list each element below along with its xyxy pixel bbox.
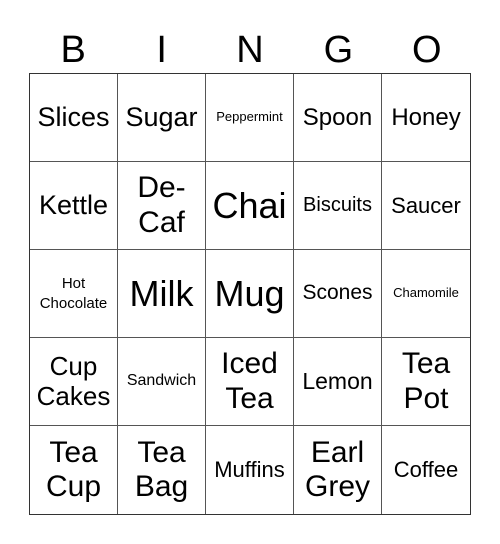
- bingo-cell[interactable]: Spoon: [294, 74, 382, 162]
- bingo-cell[interactable]: Sugar: [118, 74, 206, 162]
- bingo-cell[interactable]: Milk: [118, 250, 206, 338]
- bingo-cell[interactable]: Iced Tea: [206, 338, 294, 426]
- bingo-cell[interactable]: Peppermint: [206, 74, 294, 162]
- bingo-cell[interactable]: Tea Cup: [30, 426, 118, 514]
- header-letter-i: I: [156, 29, 167, 71]
- bingo-cell[interactable]: Biscuits: [294, 162, 382, 250]
- bingo-cell[interactable]: Kettle: [30, 162, 118, 250]
- bingo-cell[interactable]: Sandwich: [118, 338, 206, 426]
- header-letter-b: B: [60, 29, 86, 71]
- bingo-cell[interactable]: Tea Pot: [382, 338, 470, 426]
- header-letter-o: O: [412, 29, 442, 71]
- bingo-cell[interactable]: Muffins: [206, 426, 294, 514]
- bingo-cell[interactable]: Honey: [382, 74, 470, 162]
- bingo-cell[interactable]: Slices: [30, 74, 118, 162]
- bingo-cell[interactable]: Chamomile: [382, 250, 470, 338]
- bingo-cell[interactable]: Scones: [294, 250, 382, 338]
- bingo-cell[interactable]: Hot Chocolate: [30, 250, 118, 338]
- bingo-cell[interactable]: Coffee: [382, 426, 470, 514]
- bingo-cell[interactable]: Earl Grey: [294, 426, 382, 514]
- bingo-cell[interactable]: Chai: [206, 162, 294, 250]
- bingo-header: B I N G O: [29, 28, 471, 72]
- header-letter-g: G: [323, 29, 354, 71]
- bingo-cell[interactable]: Cup Cakes: [30, 338, 118, 426]
- bingo-cell[interactable]: De-Caf: [118, 162, 206, 250]
- bingo-cell[interactable]: Tea Bag: [118, 426, 206, 514]
- bingo-cell[interactable]: Lemon: [294, 338, 382, 426]
- bingo-cell[interactable]: Saucer: [382, 162, 470, 250]
- bingo-grid: Slices Sugar Peppermint Spoon Honey Kett…: [29, 73, 471, 515]
- header-letter-n: N: [236, 29, 264, 71]
- bingo-cell[interactable]: Mug: [206, 250, 294, 338]
